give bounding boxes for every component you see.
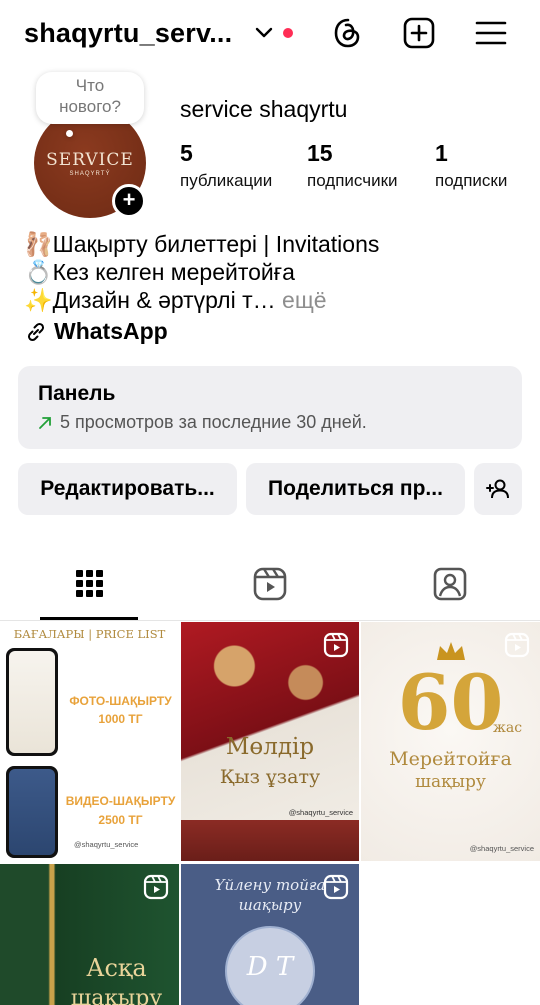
avatar-logo-subtext: SHAQYRTÝ <box>69 171 111 177</box>
professional-dashboard[interactable]: Панель 5 просмотров за последние 30 дней… <box>18 366 522 449</box>
jubilee-suffix: жас <box>493 720 523 736</box>
stat-posts[interactable]: 5 публикации <box>180 140 272 191</box>
trend-up-arrow-icon <box>39 416 51 429</box>
reel-badge-icon <box>323 874 349 900</box>
discover-people-button[interactable] <box>474 463 522 515</box>
notification-dot <box>283 28 293 38</box>
dashboard-title: Панель <box>38 382 116 405</box>
stat-following-value: 1 <box>435 140 448 166</box>
photo-invite-price: 1000 ТГ <box>98 712 143 726</box>
stat-followers[interactable]: 15 подписчики <box>307 140 398 191</box>
video-invite-label: ВИДЕО-ШАҚЫРТУ <box>65 794 176 808</box>
photo-invite-label: ФОТО-ШАҚЫРТУ <box>69 694 172 708</box>
post-title: Асқа <box>86 954 147 982</box>
post-tile-as[interactable]: Асқа шақыру <box>0 864 179 1005</box>
menu-icon[interactable] <box>474 16 508 50</box>
add-post-icon[interactable] <box>402 16 436 50</box>
post-title: Мөлдір <box>225 734 315 760</box>
post-handle: @shaqyrtu_service <box>288 808 353 817</box>
reel-badge-icon <box>143 874 169 900</box>
avatar-logo-text: SERVICE <box>46 150 134 170</box>
phone-mockup <box>6 766 58 858</box>
account-switcher-username[interactable]: shaqyrtu_serv... <box>24 18 232 49</box>
stat-posts-value: 5 <box>180 140 193 166</box>
post-tile-jubilee[interactable]: 60 жас Мерейтойға шақыру @shaqyrtu_servi… <box>361 622 540 861</box>
dashboard-subtitle: 5 просмотров за последние 30 дней. <box>38 412 522 433</box>
profile-link[interactable]: WhatsApp <box>24 318 168 345</box>
profile-link-text: WhatsApp <box>54 318 168 344</box>
share-profile-button[interactable]: Поделиться пр... <box>246 463 465 515</box>
monogram-text: D T <box>246 952 294 982</box>
monogram-wreath: D T <box>225 926 315 1005</box>
tabs-divider <box>0 620 540 621</box>
link-icon <box>27 322 45 341</box>
bio-line: 🩰Шақырту билеттері | Invitations <box>24 231 380 257</box>
stat-followers-value: 15 <box>307 140 333 166</box>
bio-line: 💍Кез келген мерейтойға <box>24 259 295 285</box>
bio-more-link[interactable]: ещё <box>282 287 327 313</box>
note-bubble[interactable]: Что нового? <box>36 72 144 124</box>
reel-badge-icon <box>323 632 349 658</box>
tagged-icon[interactable] <box>430 562 470 606</box>
add-person-icon <box>486 479 509 499</box>
post-subtitle: Қыз ұзату <box>219 766 321 788</box>
bottom-photo <box>181 820 359 861</box>
bio-line: ✨Дизайн & әртүрлі т… ещё <box>24 286 379 314</box>
reel-badge-icon <box>504 632 530 658</box>
profile-full-name: service shaqyrtu <box>180 96 348 122</box>
threads-icon[interactable] <box>331 16 365 50</box>
edit-profile-button[interactable]: Редактировать... <box>18 463 237 515</box>
stat-following-label: подписки <box>435 171 508 190</box>
chevron-down-icon[interactable] <box>254 25 274 41</box>
post-heading: БАҒАЛАРЫ | PRICE LIST <box>13 627 166 641</box>
reels-icon[interactable] <box>250 562 290 606</box>
post-tile-wedding[interactable]: Үйлену тойға шақыру D T <box>181 864 359 1005</box>
post-handle: @shaqyrtu_service <box>469 844 534 853</box>
stat-posts-label: публикации <box>180 171 273 190</box>
post-subtitle: шақыру <box>415 772 486 792</box>
video-invite-price: 2500 ТГ <box>98 813 143 827</box>
post-tile-moldir[interactable]: Мөлдір Қыз ұзату @shaqyrtu_service <box>181 622 359 861</box>
post-title: Мерейтойға <box>389 748 512 770</box>
grid-icon[interactable] <box>70 562 110 606</box>
dashboard-subtitle-text: 5 просмотров за последние 30 дней. <box>60 412 367 432</box>
phone-mockup <box>6 648 58 756</box>
post-tile-price-list[interactable]: БАҒАЛАРЫ | PRICE LIST ФОТО-ШАҚЫРТУ 1000 … <box>0 622 179 861</box>
add-story-button[interactable]: + <box>112 184 146 218</box>
stat-followers-label: подписчики <box>307 171 398 190</box>
post-handle: @shaqyrtu_service <box>74 840 139 849</box>
stat-following[interactable]: 1 подписки <box>435 140 507 191</box>
profile-bio: 🩰Шақырту билеттері | Invitations 💍Кез ке… <box>24 230 379 314</box>
post-subtitle: шақыру <box>70 986 163 1005</box>
top-bar: shaqyrtu_serv... <box>0 0 540 70</box>
note-bubble-tail <box>66 130 73 137</box>
bio-line-text: ✨Дизайн & әртүрлі т… <box>24 287 276 313</box>
